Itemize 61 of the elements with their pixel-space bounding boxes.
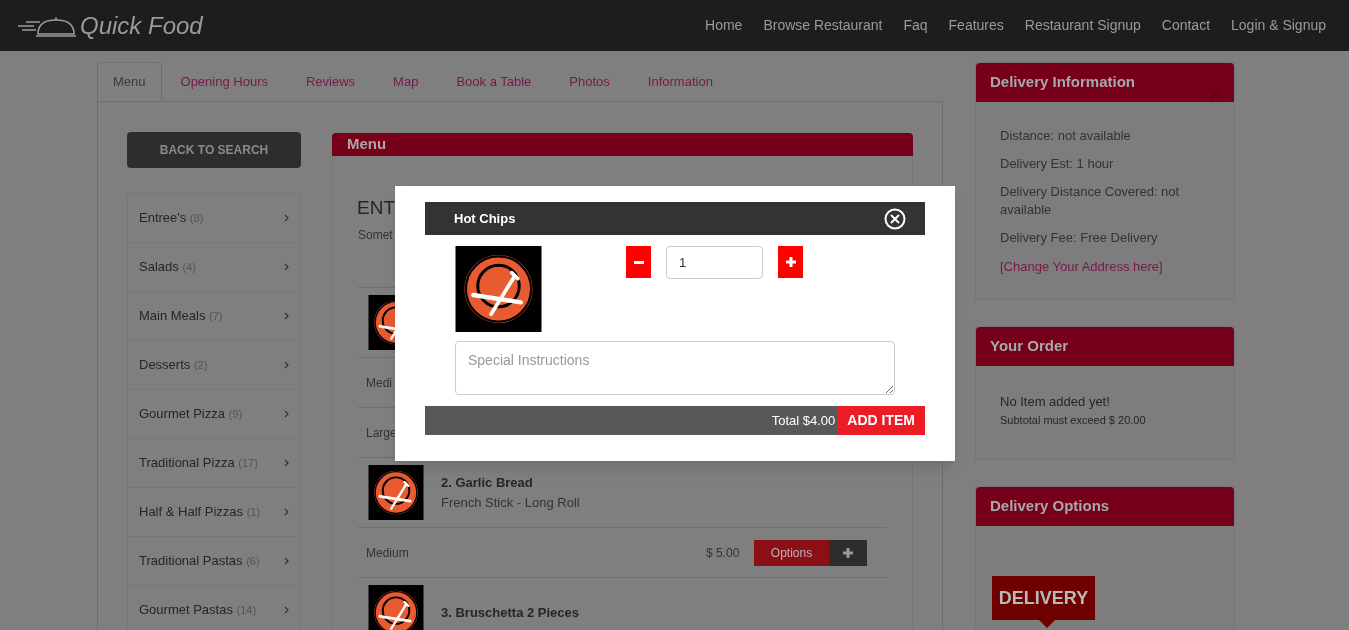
badge-pointer (1039, 620, 1055, 628)
card-title: Delivery Information (990, 72, 1136, 93)
delivery-detail: Delivery Fee: Free Delivery (1000, 229, 1159, 247)
plus-icon (785, 257, 796, 267)
item-description: French Stick - Long Roll (441, 493, 580, 512)
subtotal-note: Subtotal must exceed $ 20.00 (1000, 412, 1147, 428)
chevron-icon (284, 214, 289, 222)
card-title: Delivery Options (990, 496, 1110, 517)
nav-link[interactable]: Home (705, 15, 743, 36)
chevron-icon (284, 312, 289, 320)
tab[interactable]: Book a Table (437, 62, 551, 101)
price: $ 5.00 (706, 544, 741, 562)
chevron-icon (284, 459, 289, 467)
item-name: 3. Bruschetta 2 Pieces (441, 603, 580, 622)
size-label: Medium (366, 544, 410, 562)
tab[interactable]: Information (628, 62, 732, 101)
chevron-icon (284, 557, 289, 565)
decrease-button[interactable] (626, 246, 651, 278)
order-message: No Item added yet! (1000, 393, 1111, 411)
chevron-icon (284, 361, 289, 369)
size-label: Large (366, 424, 398, 442)
back-to-search-button[interactable]: BACK TO SEARCH (127, 132, 301, 168)
nav-link[interactable]: Contact (1161, 15, 1211, 36)
nav-link[interactable]: Features (948, 15, 1004, 36)
tab[interactable]: Map (374, 62, 438, 101)
nav-link[interactable]: Faq (903, 15, 928, 36)
food-image (367, 585, 425, 630)
quantity-field[interactable]: 1 (666, 246, 763, 279)
plus-icon (843, 547, 853, 558)
increase-button[interactable] (778, 246, 803, 278)
chevron-icon (284, 606, 289, 614)
logo-text[interactable]: Quick Food (80, 7, 203, 44)
chevron-icon (284, 410, 289, 418)
options-button[interactable]: Options (754, 539, 829, 566)
tab[interactable]: Photos (550, 62, 629, 101)
delivery-detail: Delivery Est: 1 hour (1000, 155, 1115, 173)
food-image (367, 465, 425, 520)
add-item-button[interactable]: ADD ITEM (837, 406, 925, 435)
minus-icon (633, 260, 644, 264)
nav-link[interactable]: Browse Restaurant (763, 15, 883, 36)
chevron-icon (284, 263, 289, 271)
instructions-field[interactable]: Special Instructions (455, 341, 895, 395)
modal-title: Hot Chips (454, 209, 516, 228)
add-plus-button[interactable] (829, 539, 867, 566)
nav-link[interactable]: Restaurant Signup (1024, 15, 1141, 36)
tab[interactable]: Reviews (287, 62, 375, 101)
section-note: Somet (358, 227, 393, 244)
total-price: Total $4.00 (771, 411, 836, 430)
section-title: ENT (357, 195, 395, 220)
menu-title: Menu (347, 134, 387, 154)
tab[interactable]: Menu (97, 62, 162, 101)
change-address-link[interactable]: [Change Your Address here] (1000, 257, 1210, 277)
nav-link[interactable]: Login & Signup (1231, 15, 1326, 36)
delivery-badge[interactable]: DELIVERY (992, 576, 1095, 620)
card-title: Your Order (990, 336, 1069, 357)
chevron-icon (284, 508, 289, 516)
delivery-detail: Delivery Distance Covered: not available (1000, 183, 1181, 219)
tab[interactable]: Opening Hours (161, 62, 287, 101)
delivery-detail: Distance: not available (1000, 127, 1132, 145)
size-label: Medi (366, 374, 393, 392)
item-name: 2. Garlic Bread (441, 474, 534, 492)
